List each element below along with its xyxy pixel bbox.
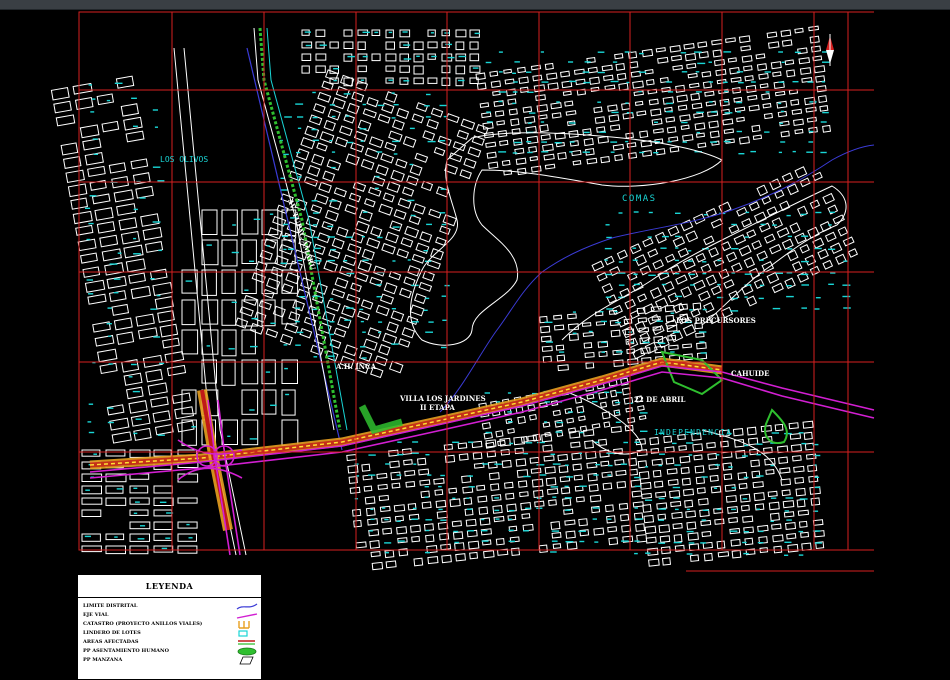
district-boundary [439, 144, 875, 413]
terrain-outline [409, 132, 723, 346]
district-label-independencia: INDEPENDENCIA [654, 428, 732, 437]
green-blob-icon [237, 647, 257, 656]
legend-item-cadastre: CATASTRO (PROYECTO ANILLOS VIALES) [83, 620, 261, 629]
legend-label: EJE VIAL [83, 612, 109, 618]
legend-item-lot-boundary: LINDERO DE LOTES [83, 629, 261, 638]
legend-box: LEYENDA LIMITE DISTRITAL EJE VIAL CATAST… [77, 574, 262, 680]
legend-label: CATASTRO (PROYECTO ANILLOS VIALES) [83, 621, 203, 627]
sector-label-cahuide: CAHUIDE [731, 369, 769, 378]
street-network [50, 25, 859, 571]
legend-item-block: PP MANZANA [83, 656, 261, 665]
legend-label: LIMITE DISTRITAL [83, 603, 138, 609]
sector-label-los-precursores: LOS PRECURSORES [676, 316, 756, 325]
legend-title: LEYENDA [78, 575, 261, 598]
legend-item-district-limit: LIMITE DISTRITAL [83, 602, 261, 611]
sector-label-villa-los-jardines: VILLA LOS JARDINES [399, 394, 486, 403]
parallelogram-icon [239, 656, 254, 665]
north-arrow-icon [826, 34, 834, 66]
cyan-box-icon [238, 630, 248, 637]
district-label-comas: COMAS [622, 194, 657, 204]
legend-item-affected-areas: AREAS AFECTADAS [83, 638, 261, 647]
panamericana-axis [173, 47, 237, 556]
legend-item-road-axis: EJE VIAL [83, 611, 261, 620]
legend-label: LINDERO DE LOTES [83, 630, 141, 636]
blue-line-icon [236, 603, 258, 610]
sector-label-ah-inca: A.H. INCA [335, 362, 377, 371]
window-top-bar [0, 0, 950, 10]
legend-label: AREAS AFECTADAS [83, 639, 139, 645]
legend-item-human-settlement: PP ASENTAMIENTO HUMANO [83, 647, 261, 656]
affected-area-icon [238, 640, 255, 645]
sector-label-22-de-abril: 22 DE ABRIL [634, 395, 685, 404]
magenta-line-icon [236, 613, 258, 619]
sector-label-ii-etapa: II ETAPA [420, 403, 455, 412]
orange-lots-icon [238, 621, 250, 629]
legend-label: PP ASENTAMIENTO HUMANO [83, 648, 169, 654]
district-label-los-olivos: LOS OLIVOS [160, 155, 208, 164]
legend-label: PP MANZANA [83, 657, 123, 663]
